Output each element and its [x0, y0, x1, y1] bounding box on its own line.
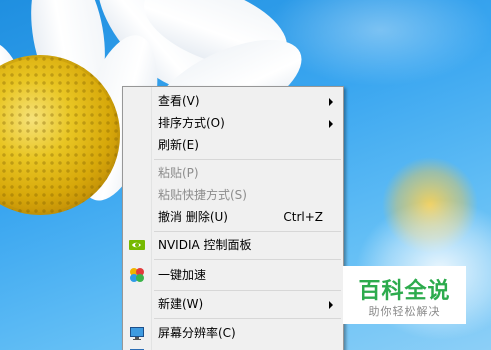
menu-item-one-click-speedup[interactable]: 一键加速 [123, 264, 343, 286]
menu-item-label: 排序方式(O) [158, 116, 225, 130]
submenu-arrow-icon [329, 120, 333, 128]
desktop-context-menu: 查看(V) 排序方式(O) 刷新(E) 粘贴(P) 粘贴快捷方式(S) 撤消 删… [122, 86, 344, 350]
menu-separator [154, 231, 341, 232]
menu-item-undo-delete[interactable]: 撤消 删除(U) Ctrl+Z [123, 206, 343, 228]
watermark-title: 百科全说 [358, 279, 451, 304]
menu-item-label: NVIDIA 控制面板 [158, 238, 252, 252]
watermark-subtitle: 助你轻松解决 [368, 305, 441, 318]
menu-item-paste[interactable]: 粘贴(P) [123, 162, 343, 184]
menu-item-new[interactable]: 新建(W) [123, 293, 343, 315]
menu-item-shortcut: Ctrl+Z [283, 210, 323, 224]
desktop-wallpaper[interactable]: 查看(V) 排序方式(O) 刷新(E) 粘贴(P) 粘贴快捷方式(S) 撤消 删… [0, 0, 491, 350]
nvidia-icon [129, 237, 145, 253]
menu-separator [154, 159, 341, 160]
submenu-arrow-icon [329, 98, 333, 106]
menu-item-nvidia-control-panel[interactable]: NVIDIA 控制面板 [123, 234, 343, 256]
menu-item-label: 新建(W) [158, 297, 204, 311]
watermark-logo: 百科全说 助你轻松解决 [343, 266, 466, 324]
menu-item-label: 粘贴快捷方式(S) [158, 188, 247, 202]
display-icon [129, 325, 145, 341]
menu-separator [154, 290, 341, 291]
menu-item-partial-cutoff[interactable] [123, 344, 343, 350]
menu-item-view[interactable]: 查看(V) [123, 90, 343, 112]
menu-item-label: 屏幕分辨率(C) [158, 326, 236, 340]
menu-item-label: 粘贴(P) [158, 166, 199, 180]
menu-item-label: 一键加速 [158, 268, 207, 282]
menu-item-label: 查看(V) [158, 94, 200, 108]
menu-item-sort-by[interactable]: 排序方式(O) [123, 112, 343, 134]
submenu-arrow-icon [329, 301, 333, 309]
speedup-icon [129, 267, 145, 283]
menu-item-label: 刷新(E) [158, 138, 199, 152]
menu-item-paste-shortcut[interactable]: 粘贴快捷方式(S) [123, 184, 343, 206]
menu-item-refresh[interactable]: 刷新(E) [123, 134, 343, 156]
menu-separator [154, 259, 341, 260]
menu-item-label: 撤消 删除(U) [158, 210, 228, 224]
menu-separator [154, 318, 341, 319]
menu-item-screen-resolution[interactable]: 屏幕分辨率(C) [123, 322, 343, 344]
